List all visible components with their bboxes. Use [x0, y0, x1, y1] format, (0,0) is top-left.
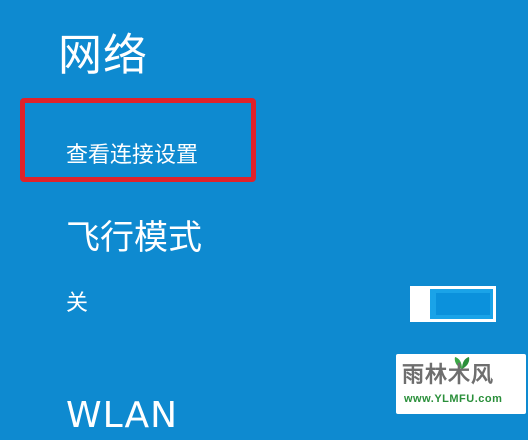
watermark-logo: 雨林木风 www.YLMFU.com: [396, 354, 526, 414]
watermark-logo-text: 雨林木风: [402, 362, 495, 387]
wlan-heading: WLAN: [66, 395, 179, 436]
airplane-mode-toggle[interactable]: [410, 286, 496, 322]
airplane-mode-state-label: 关: [66, 291, 89, 316]
toggle-track: [436, 293, 490, 315]
airplane-mode-heading: 飞行模式: [66, 218, 202, 258]
watermark-url: www.YLMFU.com: [404, 393, 503, 405]
view-connection-settings-link[interactable]: 查看连接设置: [66, 140, 198, 172]
toggle-thumb[interactable]: [410, 286, 430, 322]
network-settings-pane: 网络 查看连接设置 飞行模式 关 WLAN 雨林木风 www.YLMFU.com: [0, 0, 528, 436]
pane-title: 网络: [58, 30, 148, 81]
